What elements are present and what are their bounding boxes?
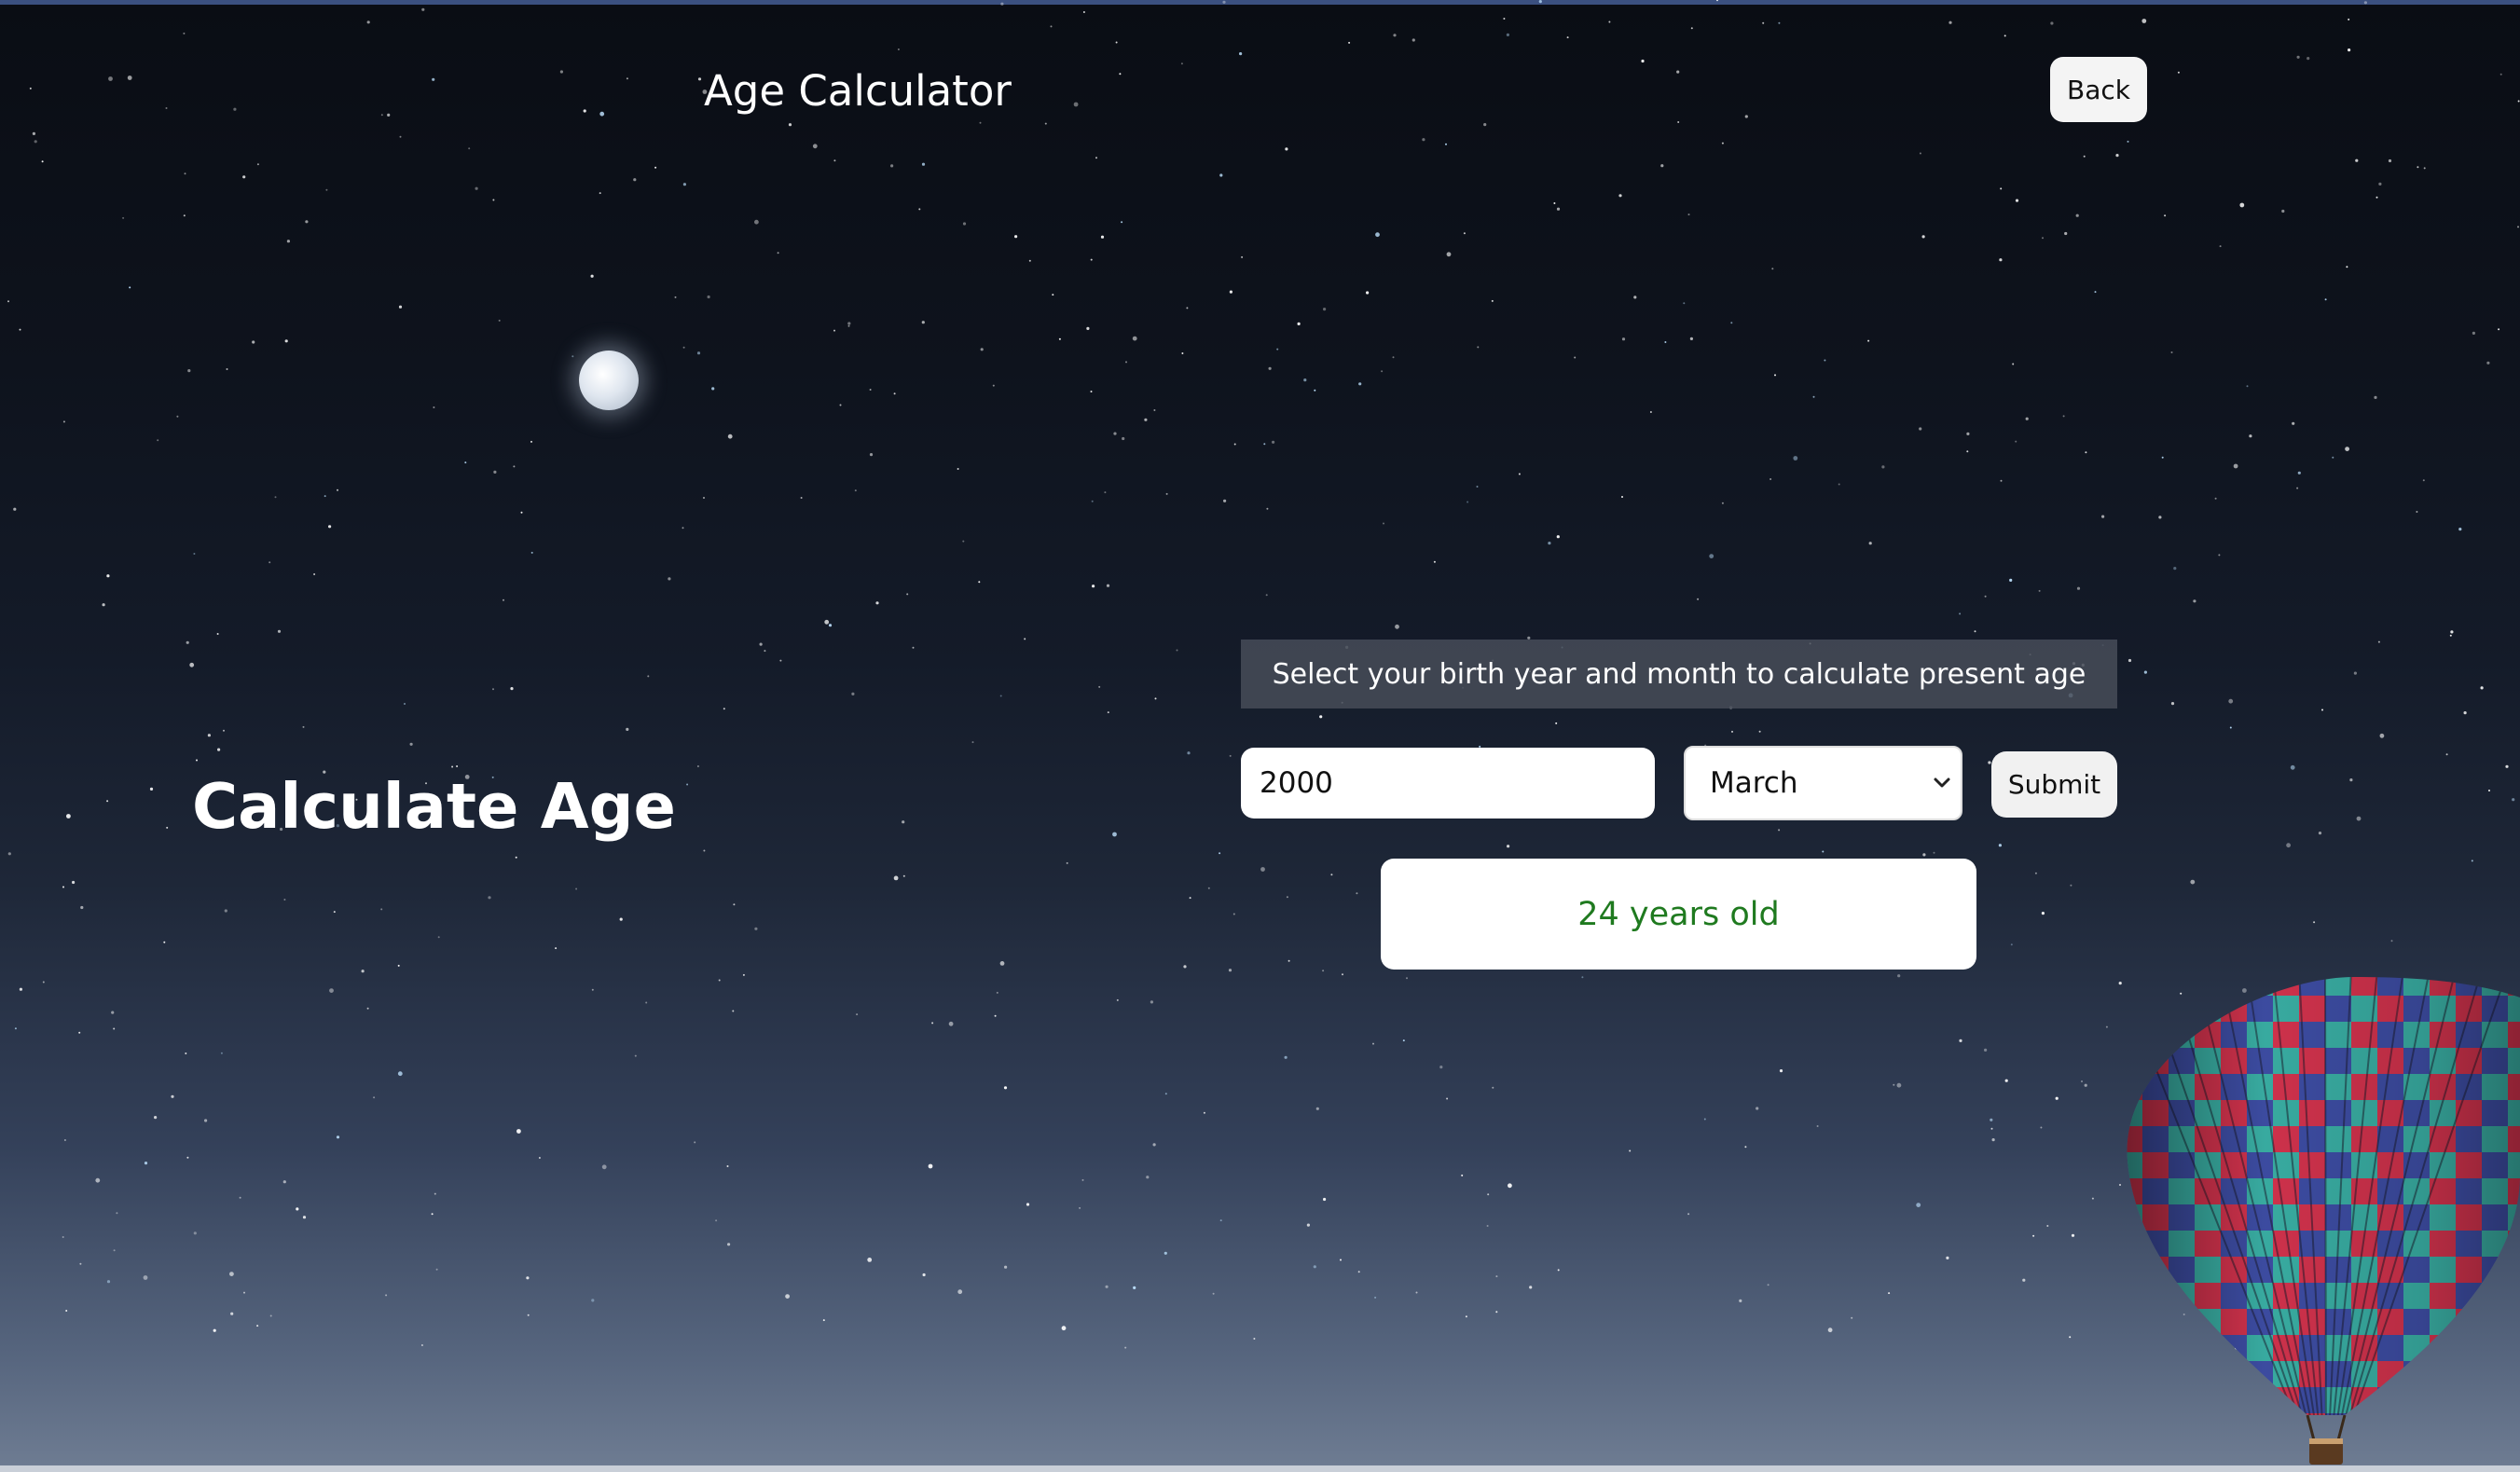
instruction-banner: Select your birth year and month to calc… (1241, 640, 2117, 708)
birth-month-selected-value: March (1710, 766, 1798, 800)
moon-image (579, 351, 639, 410)
birth-year-input[interactable] (1241, 748, 1655, 819)
instruction-text: Select your birth year and month to calc… (1272, 657, 2086, 691)
app-title: Age Calculator (704, 66, 1012, 116)
submit-button[interactable]: Submit (1991, 751, 2117, 818)
chevron-down-icon (1923, 777, 1961, 790)
window-bottom-border (0, 1465, 2520, 1472)
age-result-text: 24 years old (1577, 895, 1780, 933)
hot-air-balloon-image (2127, 977, 2520, 1465)
back-button[interactable]: Back (2050, 57, 2147, 122)
page-heading: Calculate Age (192, 770, 676, 843)
result-box: 24 years old (1381, 859, 1976, 970)
birth-month-select[interactable]: March (1684, 746, 1962, 820)
